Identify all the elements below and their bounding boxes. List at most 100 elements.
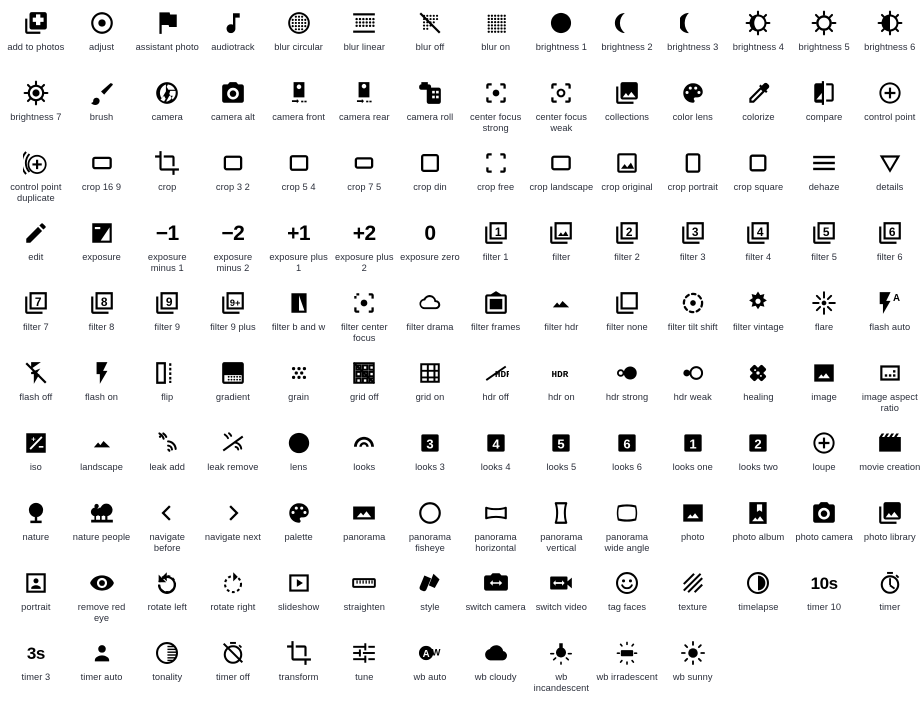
brush-icon[interactable]	[80, 76, 124, 110]
icon-cell-filter-vintage[interactable]: filter vintage	[726, 286, 792, 356]
looks-4-icon[interactable]: 4	[474, 426, 518, 460]
icon-cell-flash-off[interactable]: flash off	[3, 356, 69, 426]
timer-3-icon[interactable]: 3s	[14, 636, 58, 670]
wb-incandescent-icon[interactable]	[539, 636, 583, 670]
slideshow-icon[interactable]	[277, 566, 321, 600]
icon-cell-wb-incandescent[interactable]: wb incandescent	[529, 636, 595, 706]
icon-cell-grid-on[interactable]: grid on	[397, 356, 463, 426]
camera-front-icon[interactable]	[277, 76, 321, 110]
icon-cell-panorama-vertical[interactable]: panorama vertical	[529, 496, 595, 566]
add-to-photos-icon[interactable]	[14, 6, 58, 40]
wb-irradescent-icon[interactable]	[605, 636, 649, 670]
icon-cell-tag-faces[interactable]: tag faces	[594, 566, 660, 636]
icon-cell-brightness-7[interactable]: brightness 7	[3, 76, 69, 146]
icon-cell-brightness-2[interactable]: brightness 2	[594, 6, 660, 76]
icon-cell-camera-front[interactable]: camera front	[266, 76, 332, 146]
timer-icon[interactable]	[868, 566, 912, 600]
wb-cloudy-icon[interactable]	[474, 636, 518, 670]
icon-cell-timer-auto[interactable]: timer auto	[69, 636, 135, 706]
adjust-icon[interactable]	[80, 6, 124, 40]
icon-cell-loupe[interactable]: loupe	[791, 426, 857, 496]
grid-on-icon[interactable]	[408, 356, 452, 390]
exposure-plus-2-icon[interactable]: +2	[342, 216, 386, 250]
filter-icon[interactable]	[539, 216, 583, 250]
tune-icon[interactable]	[342, 636, 386, 670]
icon-cell-camera-roll[interactable]: camera roll	[397, 76, 463, 146]
icon-cell-filter-none[interactable]: filter none	[594, 286, 660, 356]
filter-hdr-icon[interactable]	[539, 286, 583, 320]
icon-cell-brightness-3[interactable]: brightness 3	[660, 6, 726, 76]
texture-icon[interactable]	[671, 566, 715, 600]
icon-cell-filter-1[interactable]: 1 filter 1	[463, 216, 529, 286]
icon-cell-compare[interactable]: compare	[791, 76, 857, 146]
flash-off-icon[interactable]	[14, 356, 58, 390]
camera-alt-icon[interactable]	[211, 76, 255, 110]
timer-10-icon[interactable]: 10s	[802, 566, 846, 600]
tonality-icon[interactable]	[145, 636, 189, 670]
icon-cell-camera-rear[interactable]: camera rear	[331, 76, 397, 146]
filter-vintage-icon[interactable]	[736, 286, 780, 320]
panorama-vertical-icon[interactable]	[539, 496, 583, 530]
icon-cell-grid-off[interactable]: grid off	[331, 356, 397, 426]
icon-cell-hdr-off[interactable]: HDR hdr off	[463, 356, 529, 426]
timer-off-icon[interactable]	[211, 636, 255, 670]
camera-icon[interactable]	[145, 76, 189, 110]
icon-cell-brightness-4[interactable]: brightness 4	[726, 6, 792, 76]
icon-cell-timer-off[interactable]: timer off	[200, 636, 266, 706]
icon-cell-texture[interactable]: texture	[660, 566, 726, 636]
icon-cell-photo-camera[interactable]: photo camera	[791, 496, 857, 566]
brightness-3-icon[interactable]	[671, 6, 715, 40]
icon-cell-nature-people[interactable]: nature people	[69, 496, 135, 566]
portrait-icon[interactable]	[14, 566, 58, 600]
filter-9-plus-icon[interactable]: 9+	[211, 286, 255, 320]
icon-cell-gradient[interactable]: gradient	[200, 356, 266, 426]
rotate-right-icon[interactable]	[211, 566, 255, 600]
crop-5-4-icon[interactable]	[277, 146, 321, 180]
tag-faces-icon[interactable]	[605, 566, 649, 600]
icon-cell-panorama-fisheye[interactable]: panorama fisheye	[397, 496, 463, 566]
grid-off-icon[interactable]	[342, 356, 386, 390]
icon-cell-crop-original[interactable]: crop original	[594, 146, 660, 216]
icon-cell-flash-on[interactable]: flash on	[69, 356, 135, 426]
photo-icon[interactable]	[671, 496, 715, 530]
icon-cell-rotate-left[interactable]: rotate left	[134, 566, 200, 636]
icon-cell-wb-irradescent[interactable]: wb irradescent	[594, 636, 660, 706]
icon-cell-filter-6[interactable]: 6 filter 6	[857, 216, 920, 286]
icon-cell-nature[interactable]: nature	[3, 496, 69, 566]
wb-auto-icon[interactable]: AW	[408, 636, 452, 670]
icon-cell-camera[interactable]: camera	[134, 76, 200, 146]
icon-cell-filter-frames[interactable]: filter frames	[463, 286, 529, 356]
blur-on-icon[interactable]	[474, 6, 518, 40]
icon-cell-healing[interactable]: healing	[726, 356, 792, 426]
icon-cell-landscape[interactable]: landscape	[69, 426, 135, 496]
panorama-fisheye-icon[interactable]	[408, 496, 452, 530]
compare-icon[interactable]	[802, 76, 846, 110]
camera-rear-icon[interactable]	[342, 76, 386, 110]
icon-cell-looks-3[interactable]: 3 looks 3	[397, 426, 463, 496]
brightness-5-icon[interactable]	[802, 6, 846, 40]
icon-cell-remove-red-eye[interactable]: remove red eye	[69, 566, 135, 636]
icon-cell-movie-creation[interactable]: movie creation	[857, 426, 920, 496]
panorama-icon[interactable]	[342, 496, 386, 530]
lens-icon[interactable]	[277, 426, 321, 460]
icon-cell-switch-camera[interactable]: switch camera	[463, 566, 529, 636]
icon-cell-looks-4[interactable]: 4 looks 4	[463, 426, 529, 496]
center-focus-strong-icon[interactable]	[474, 76, 518, 110]
icon-cell-rotate-right[interactable]: rotate right	[200, 566, 266, 636]
icon-cell-image-aspect-ratio[interactable]: image aspect ratio	[857, 356, 920, 426]
gradient-icon[interactable]	[211, 356, 255, 390]
icon-cell-brightness-1[interactable]: brightness 1	[529, 6, 595, 76]
hdr-strong-icon[interactable]	[605, 356, 649, 390]
icon-cell-exposure-plus-2[interactable]: +2 exposure plus 2	[331, 216, 397, 286]
icon-cell-filter-5[interactable]: 5 filter 5	[791, 216, 857, 286]
looks-6-icon[interactable]: 6	[605, 426, 649, 460]
icon-cell-blur-linear[interactable]: blur linear	[331, 6, 397, 76]
hdr-weak-icon[interactable]	[671, 356, 715, 390]
icon-cell-hdr-on[interactable]: HDR hdr on	[529, 356, 595, 426]
icon-cell-leak-add[interactable]: leak add	[134, 426, 200, 496]
icon-cell-audiotrack[interactable]: audiotrack	[200, 6, 266, 76]
icon-cell-looks-5[interactable]: 5 looks 5	[529, 426, 595, 496]
icon-cell-wb-sunny[interactable]: wb sunny	[660, 636, 726, 706]
crop-original-icon[interactable]	[605, 146, 649, 180]
exposure-minus-2-icon[interactable]: −2	[211, 216, 255, 250]
